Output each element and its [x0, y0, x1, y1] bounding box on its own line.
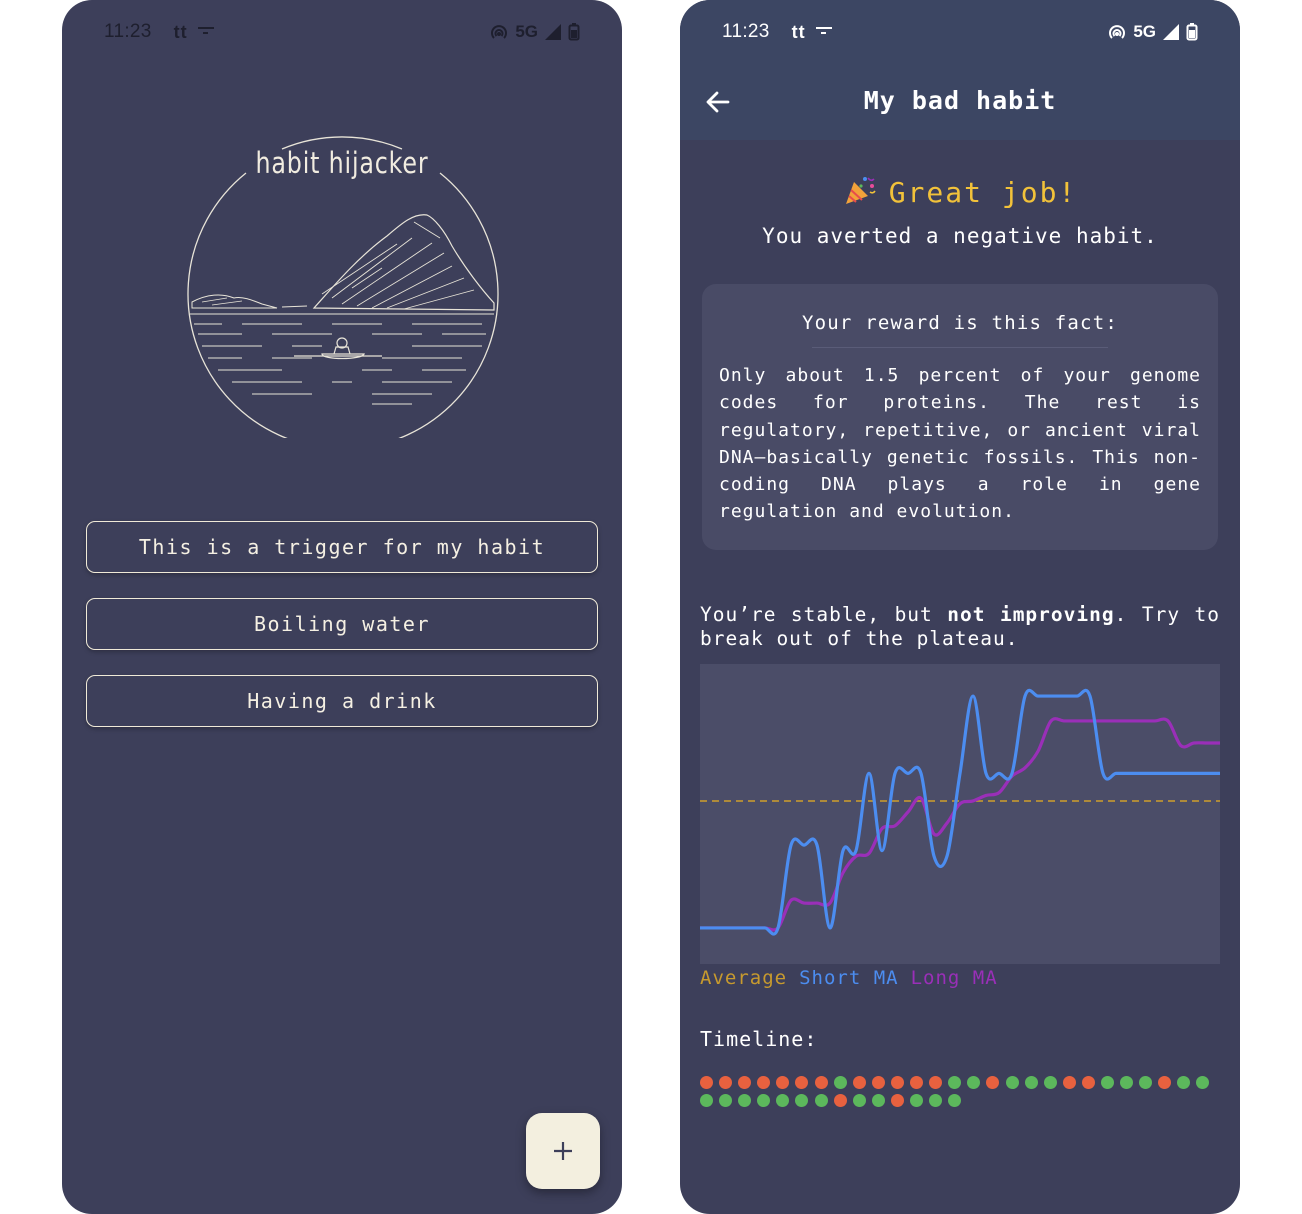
timeline-dot-averted-yes	[1100, 1076, 1114, 1089]
battery-icon	[1186, 23, 1198, 41]
status-time: 11:23	[104, 21, 152, 42]
page-title: My bad habit	[863, 86, 1057, 115]
signal-icon	[544, 23, 562, 41]
trigger-button[interactable]: Boiling water	[86, 598, 598, 650]
timeline-dot-averted-no	[890, 1076, 904, 1089]
hotspot-icon	[1107, 23, 1127, 41]
progress-chart	[700, 664, 1220, 964]
carrier-icon: tt	[791, 21, 806, 42]
home-screen: 11:23 tt 5G habit hijacker This is a tri…	[62, 0, 622, 1214]
notification-icon	[197, 26, 216, 38]
timeline-dot-averted-yes	[833, 1076, 847, 1089]
timeline-dot-averted-yes	[1177, 1076, 1191, 1089]
timeline-dot-averted-no	[890, 1094, 904, 1107]
timeline-dot-averted-yes	[948, 1094, 962, 1107]
reward-title: Your reward is this fact:	[802, 312, 1118, 334]
divider	[812, 347, 1108, 348]
party-popper-icon	[845, 177, 876, 204]
timeline-dot-averted-no	[1158, 1076, 1172, 1089]
timeline-dot-averted-yes	[795, 1094, 809, 1107]
status-time: 11:23	[722, 21, 770, 42]
timeline-dot-averted-yes	[1024, 1076, 1038, 1089]
timeline-dot-averted-yes	[776, 1094, 790, 1107]
legend-long-ma: Long MA	[910, 967, 998, 989]
progress-message-start: You’re stable, but	[700, 603, 948, 626]
series-line-long-ma	[700, 717, 1220, 932]
timeline-dot-averted-yes	[967, 1076, 981, 1089]
timeline-dot-averted-yes	[719, 1094, 733, 1107]
timeline-dot-averted-no	[1062, 1076, 1076, 1089]
timeline-dot-averted-no	[738, 1076, 752, 1089]
reward-fact: Only about 1.5 percent of your genome co…	[719, 365, 1201, 523]
timeline-dot-averted-yes	[700, 1094, 713, 1107]
reward-card: Your reward is this fact: Only about 1.5…	[702, 284, 1218, 550]
timeline-dot-averted-no	[795, 1076, 809, 1089]
trigger-button[interactable]: This is a trigger for my habit	[86, 521, 598, 573]
legend-short-ma: Short MA	[799, 967, 899, 989]
trigger-button[interactable]: Having a drink	[86, 675, 598, 727]
success-headline: Great job!	[680, 174, 1240, 209]
timeline-dot-averted-no	[852, 1076, 866, 1089]
habit-detail-screen: 11:23 tt 5G My bad habit Great job! You …	[680, 0, 1240, 1214]
timeline-dot-averted-no	[814, 1076, 828, 1089]
timeline-dot-averted-no	[986, 1076, 1000, 1089]
battery-icon	[568, 23, 580, 41]
add-trigger-button[interactable]	[526, 1113, 600, 1189]
series-line-short-ma	[700, 688, 1220, 936]
notification-icon	[815, 26, 834, 38]
status-bar: 11:23 tt 5G	[680, 0, 1240, 64]
network-label: 5G	[515, 22, 538, 41]
timeline-dot-averted-no	[910, 1076, 924, 1089]
timeline-dot-averted-yes	[871, 1094, 885, 1107]
timeline-dot-averted-yes	[1043, 1076, 1057, 1089]
network-label: 5G	[1133, 22, 1156, 41]
timeline-dot-averted-no	[757, 1076, 771, 1089]
timeline	[700, 1076, 1220, 1107]
timeline-dot-averted-no	[700, 1076, 713, 1089]
timeline-dot-averted-yes	[1120, 1076, 1134, 1089]
app-logo: habit hijacker	[182, 118, 502, 450]
legend-average: Average	[700, 967, 788, 989]
status-bar: 11:23 tt 5G	[62, 0, 622, 64]
success-subheadline: You averted a negative habit.	[762, 224, 1158, 248]
chart-legend: Average Short MA Long MA	[700, 967, 998, 989]
timeline-dot-averted-yes	[948, 1076, 962, 1089]
timeline-dot-averted-yes	[1196, 1076, 1210, 1089]
progress-chart-svg	[700, 688, 1220, 936]
timeline-dot-averted-no	[776, 1076, 790, 1089]
logo-title: habit hijacker	[255, 146, 429, 180]
timeline-dot-averted-yes	[814, 1094, 828, 1107]
timeline-dot-averted-yes	[1005, 1076, 1019, 1089]
timeline-dot-averted-no	[719, 1076, 733, 1089]
timeline-dot-averted-yes	[757, 1094, 771, 1107]
headline-text: Great job!	[888, 176, 1078, 209]
timeline-dot-averted-yes	[910, 1094, 924, 1107]
timeline-dot-averted-no	[1081, 1076, 1095, 1089]
signal-icon	[1162, 23, 1180, 41]
timeline-dot-averted-yes	[1139, 1076, 1153, 1089]
timeline-dot-averted-no	[833, 1094, 847, 1107]
timeline-dot-averted-yes	[929, 1094, 943, 1107]
timeline-dot-averted-no	[871, 1076, 885, 1089]
timeline-dot-averted-no	[929, 1076, 943, 1089]
hotspot-icon	[489, 23, 509, 41]
timeline-dot-averted-yes	[852, 1094, 866, 1107]
progress-message-emphasis: not improving	[947, 603, 1115, 626]
timeline-label: Timeline:	[700, 1027, 818, 1051]
progress-message: You’re stable, but not improving. Try to…	[700, 603, 1220, 651]
carrier-icon: tt	[173, 21, 188, 42]
timeline-dot-averted-yes	[738, 1094, 752, 1107]
plus-icon	[554, 1142, 572, 1160]
